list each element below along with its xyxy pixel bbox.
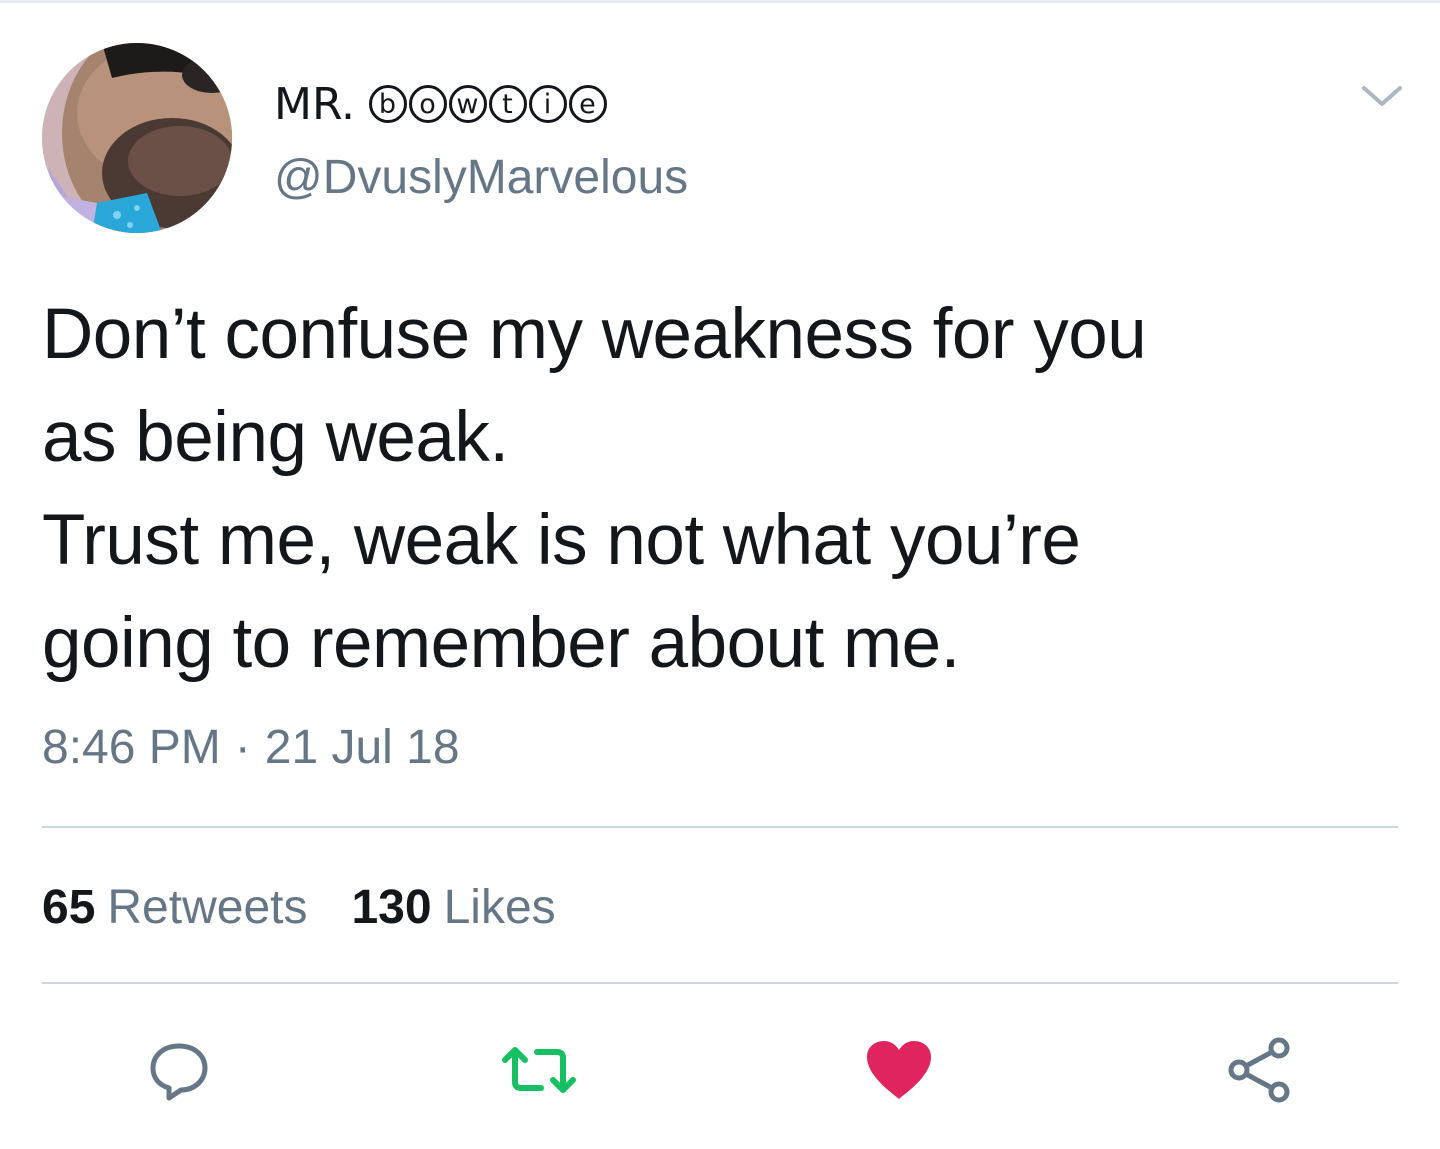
chevron-down-icon	[1362, 86, 1402, 106]
display-name[interactable]: MR. b o w t i e	[274, 72, 607, 136]
circled-letter: e	[568, 85, 607, 123]
reply-button[interactable]	[139, 1030, 219, 1110]
share-icon	[1228, 1037, 1290, 1103]
share-button[interactable]	[1219, 1030, 1299, 1110]
tweet-menu-button[interactable]	[1356, 80, 1408, 112]
retweet-icon	[502, 1047, 576, 1093]
tweet-date: 21 Jul 18	[264, 721, 460, 774]
tweet-time: 8:46 PM	[42, 721, 221, 774]
display-name-prefix: MR.	[274, 78, 355, 130]
user-handle[interactable]: @DvuslyMarvelous	[274, 150, 688, 205]
timestamp-separator: ·	[234, 721, 251, 774]
divider	[42, 826, 1398, 828]
circled-letter: o	[408, 85, 447, 123]
avatar-image	[42, 43, 232, 233]
retweets-count: 65	[42, 881, 96, 934]
circled-letter: b	[368, 85, 407, 123]
retweets-label: Retweets	[107, 881, 308, 934]
tweet-text: Don’t confuse my weakness for you as bei…	[42, 295, 1147, 683]
top-divider	[0, 0, 1440, 3]
like-button[interactable]	[859, 1030, 939, 1110]
reply-icon	[150, 1043, 208, 1101]
heart-icon	[867, 1041, 931, 1099]
circled-letter: t	[488, 85, 527, 123]
tweet-timestamp[interactable]: 8:46 PM · 21 Jul 18	[42, 720, 460, 775]
circled-letter: w	[448, 85, 487, 123]
likes-label: Likes	[443, 881, 556, 934]
likes-stat[interactable]: 130 Likes	[351, 880, 555, 935]
avatar[interactable]	[42, 43, 232, 233]
likes-count: 130	[351, 881, 432, 934]
tweet-stats: 65 Retweets 130 Likes	[42, 880, 556, 935]
retweet-button[interactable]	[499, 1030, 579, 1110]
retweets-stat[interactable]: 65 Retweets	[42, 880, 307, 935]
display-name-circled: b o w t i e	[368, 85, 607, 123]
circled-letter: i	[528, 85, 567, 123]
divider	[42, 982, 1398, 984]
